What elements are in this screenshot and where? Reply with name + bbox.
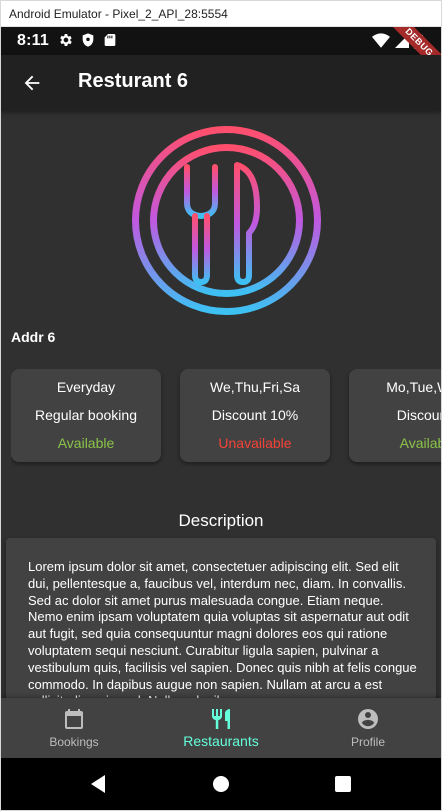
restaurant-address: Addr 6: [11, 329, 56, 345]
app-bar: Resturant 6: [1, 55, 441, 111]
booking-days: Mo,Tue,We,: [386, 379, 441, 395]
restaurant-details[interactable]: Addr 6 Everyday Regular booking Availabl…: [1, 111, 441, 698]
back-button[interactable]: [13, 64, 51, 102]
bottom-navigation: Bookings Restaurants Profile: [1, 698, 441, 758]
page-title: Resturant 6: [78, 70, 189, 92]
window-title: Android Emulator - Pixel_2_API_28:5554: [1, 1, 441, 27]
sim-card-icon: [104, 34, 116, 46]
nav-label-restaurants: Restaurants: [183, 733, 259, 749]
booking-card[interactable]: Everyday Regular booking Available: [11, 369, 161, 462]
booking-card[interactable]: We,Thu,Fri,Sa Discount 10% Unavailable: [180, 369, 330, 462]
booking-card[interactable]: Mo,Tue,We, Discount Availabl: [349, 369, 441, 462]
nav-label-profile: Profile: [350, 735, 385, 749]
booking-status: Unavailable: [218, 435, 292, 451]
shield-icon: [82, 33, 94, 47]
booking-status: Availabl: [399, 435, 441, 451]
nav-item-restaurants[interactable]: Restaurants: [148, 698, 294, 758]
booking-days: Everyday: [56, 379, 116, 395]
account-circle-icon: [358, 709, 378, 729]
nav-label-bookings: Bookings: [49, 735, 99, 749]
emulator-window: Android Emulator - Pixel_2_API_28:5554 8…: [0, 0, 442, 811]
arrow-back-icon: [24, 75, 40, 91]
system-navigation-bar: [1, 758, 441, 810]
home-circle-icon[interactable]: [209, 772, 233, 796]
status-time: 8:11: [17, 32, 49, 49]
nav-item-bookings[interactable]: Bookings: [1, 698, 147, 758]
back-triangle-icon[interactable]: [87, 772, 111, 796]
description-card: Lorem ipsum dolor sit amet, consectetuer…: [6, 538, 436, 698]
fork-and-knife-plate-icon: [132, 126, 321, 315]
device-screen: 8:11 DEBUG Resturant 6 Addr 6 Everyday R…: [1, 27, 441, 810]
status-icons-left: [58, 32, 118, 48]
booking-type: Regular booking: [35, 407, 137, 423]
calendar-icon: [65, 709, 83, 729]
booking-cards-list[interactable]: Everyday Regular booking Available We,Th…: [11, 369, 441, 467]
nav-item-profile[interactable]: Profile: [295, 698, 441, 758]
booking-type: Discount 10%: [211, 407, 299, 423]
gear-icon: [60, 34, 72, 46]
booking-days: We,Thu,Fri,Sa: [210, 379, 300, 395]
description-text: Lorem ipsum dolor sit amet, consectetuer…: [28, 559, 417, 698]
recents-square-icon[interactable]: [331, 772, 355, 796]
wifi-icon: [372, 33, 390, 48]
description-heading: Description: [178, 511, 264, 530]
booking-type: Discount: [396, 407, 441, 423]
booking-status: Available: [57, 435, 115, 451]
status-bar: 8:11 DEBUG: [1, 27, 441, 82]
restaurant-icon: [212, 709, 230, 729]
